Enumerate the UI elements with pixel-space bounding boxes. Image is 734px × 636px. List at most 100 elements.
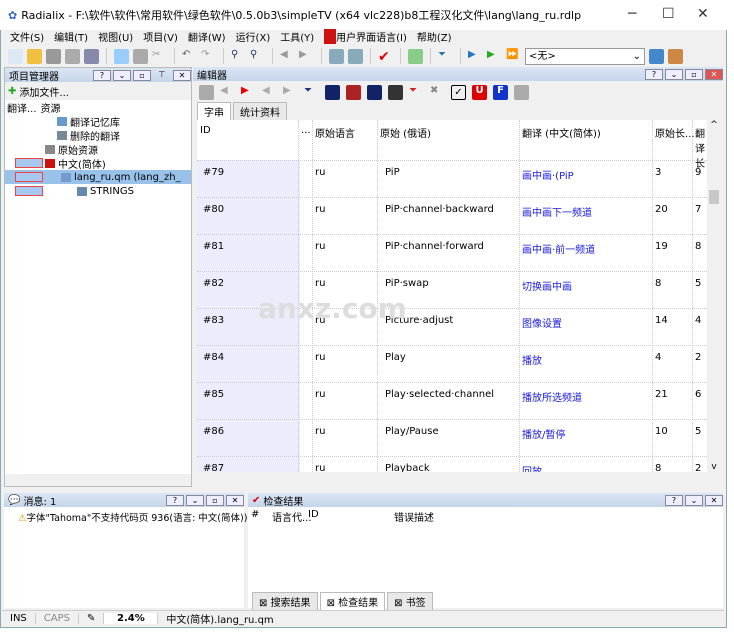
- close-panel-button[interactable]: ✕: [705, 494, 723, 506]
- table-row[interactable]: #86 ru Play/Pause 播放/暂停 10 5: [197, 419, 707, 456]
- table-row[interactable]: #80 ru PiP·channel·backward 画中画下一频道 20 7: [197, 197, 707, 234]
- apple-icon[interactable]: [199, 84, 214, 100]
- filter-icon[interactable]: ⏷: [438, 49, 453, 64]
- tool2-icon[interactable]: [668, 48, 683, 64]
- tree-item[interactable]: 删除的翻译: [5, 128, 191, 143]
- scroll-thumb[interactable]: [709, 190, 719, 204]
- filter-f-icon[interactable]: [367, 84, 382, 100]
- dropdown-button[interactable]: ⌄: [685, 494, 703, 506]
- back-icon[interactable]: ◀: [280, 49, 295, 64]
- dropdown-button[interactable]: ⌄: [186, 494, 204, 506]
- dropdown-button[interactable]: ⌄: [665, 68, 683, 80]
- table-row[interactable]: #84 ru Play 播放 4 2: [197, 345, 707, 382]
- copy-icon[interactable]: [114, 48, 129, 64]
- menu-item[interactable]: 视图(U): [98, 29, 133, 44]
- help-button[interactable]: ?: [93, 69, 111, 81]
- message-item[interactable]: ⚠字体"Tahoma"不支持代码页 936(语言: 中文(简体)): [4, 507, 247, 524]
- help-button[interactable]: ?: [645, 68, 663, 80]
- table-row[interactable]: #85 ru Play·selected·channel 播放所选频道 21 6: [197, 382, 707, 419]
- next-icon[interactable]: ▶: [241, 85, 256, 100]
- new-icon[interactable]: [8, 48, 23, 64]
- filter-u-icon[interactable]: [346, 84, 361, 100]
- float-button[interactable]: ▫: [133, 69, 151, 81]
- column-header[interactable]: ...: [301, 125, 311, 136]
- pin-icon[interactable]: ⊤: [153, 70, 171, 81]
- find-icon[interactable]: ⚲: [231, 49, 246, 64]
- target-combo[interactable]: <无> ⌄: [525, 47, 645, 65]
- tab-statistics[interactable]: 统计资料: [233, 102, 287, 120]
- prev-icon[interactable]: ◀: [220, 85, 235, 100]
- dropdown-button[interactable]: ⌄: [113, 69, 131, 81]
- maximize-button[interactable]: ☐: [662, 6, 675, 22]
- f-icon[interactable]: F: [493, 84, 508, 100]
- next-untrans-icon[interactable]: ▶: [283, 85, 298, 100]
- help-button[interactable]: ?: [665, 494, 683, 506]
- checkbox-icon[interactable]: ✓: [451, 84, 466, 100]
- table-row[interactable]: #79 ru PiP 画中画·(PiP 3 9: [197, 160, 707, 197]
- filter-icon[interactable]: ⏷: [304, 85, 319, 100]
- tree-item[interactable]: 翻译记忆库: [5, 114, 191, 129]
- close-tab-icon[interactable]: ⊠: [327, 598, 339, 609]
- tree-item[interactable]: lang_ru.qm (lang_zh_: [5, 170, 191, 184]
- table-row[interactable]: #81 ru PiP·channel·forward 画中画·前一频道 19 8: [197, 234, 707, 271]
- menu-item[interactable]: 运行(X): [236, 29, 271, 44]
- check-column-header[interactable]: 语言代...: [272, 509, 312, 524]
- close-editor-button[interactable]: ✕: [705, 68, 723, 80]
- cut-icon[interactable]: ✂: [152, 49, 167, 64]
- tree-item[interactable]: 中文(简体): [5, 156, 191, 171]
- vertical-scrollbar[interactable]: ^ v: [707, 120, 721, 472]
- column-header[interactable]: 原始长...: [655, 125, 695, 140]
- undo-icon[interactable]: ↶: [182, 49, 197, 64]
- close-tab-icon[interactable]: ⊠: [394, 598, 406, 609]
- minimize-button[interactable]: ─: [628, 6, 636, 22]
- print-icon[interactable]: [84, 48, 99, 64]
- tab-check-results[interactable]: ⊠ 检查结果: [319, 592, 386, 610]
- menu-item[interactable]: 项目(V): [143, 29, 178, 44]
- check-column-header[interactable]: 错误描述: [394, 509, 434, 524]
- menu-item[interactable]: 工具(Y): [280, 29, 314, 44]
- menu-item[interactable]: 文件(S): [10, 29, 44, 44]
- tree-item[interactable]: 原始资源: [5, 142, 191, 157]
- close-panel-button[interactable]: ✕: [226, 494, 244, 506]
- calc-icon[interactable]: [408, 48, 423, 64]
- tab-bookmarks[interactable]: ⊠ 书签: [387, 592, 433, 610]
- column-header[interactable]: 翻译 (中文(简体)): [522, 125, 601, 140]
- open-icon[interactable]: [27, 48, 42, 64]
- redo-icon[interactable]: ↷: [201, 49, 216, 64]
- run-step-icon[interactable]: ⏩: [506, 49, 521, 64]
- menu-item[interactable]: 用户界面语言(I): [324, 29, 407, 44]
- replace-icon[interactable]: ⚲: [250, 49, 265, 64]
- filter-n-icon[interactable]: [388, 84, 403, 100]
- close-button[interactable]: ✕: [697, 6, 709, 22]
- float-button[interactable]: ▫: [206, 494, 224, 506]
- save-all-icon[interactable]: [65, 48, 80, 64]
- menu-item[interactable]: 翻译(W): [188, 29, 226, 44]
- run-icon[interactable]: ▶: [468, 49, 483, 64]
- help-button[interactable]: ?: [166, 494, 184, 506]
- table-row[interactable]: #87 ru Playback 回放 8 2: [197, 456, 707, 472]
- close-panel-button[interactable]: ✕: [173, 69, 191, 81]
- column-header[interactable]: ID: [200, 125, 211, 136]
- forward-icon[interactable]: ▶: [299, 49, 314, 64]
- filter-fu-icon[interactable]: [325, 84, 340, 100]
- save-icon[interactable]: [46, 48, 61, 64]
- book2-icon[interactable]: [348, 48, 363, 64]
- menu-item[interactable]: 编辑(T): [54, 29, 88, 44]
- float-button[interactable]: ▫: [685, 68, 703, 80]
- remove-filter-icon[interactable]: ✖: [430, 85, 445, 100]
- filter-clear-icon[interactable]: ⏷: [409, 85, 424, 100]
- tool1-icon[interactable]: [649, 48, 664, 64]
- run-green-icon[interactable]: ▶: [487, 49, 502, 64]
- book-icon[interactable]: [329, 48, 344, 64]
- tab-search-results[interactable]: ⊠ 搜索结果: [252, 592, 318, 610]
- close-tab-icon[interactable]: ⊠: [259, 598, 271, 609]
- menu-item[interactable]: 帮助(Z): [417, 29, 452, 44]
- tab-strings[interactable]: 字串: [197, 102, 231, 120]
- horizontal-scrollbar[interactable]: [5, 474, 191, 486]
- check-icon[interactable]: ✔: [378, 49, 393, 65]
- tree-item[interactable]: STRINGS: [5, 184, 191, 198]
- add-file-button[interactable]: ✚ 添加文件...: [5, 82, 191, 100]
- paste-icon[interactable]: [133, 48, 148, 64]
- column-header[interactable]: 原始语言: [315, 125, 355, 140]
- doc-icon[interactable]: [514, 84, 529, 100]
